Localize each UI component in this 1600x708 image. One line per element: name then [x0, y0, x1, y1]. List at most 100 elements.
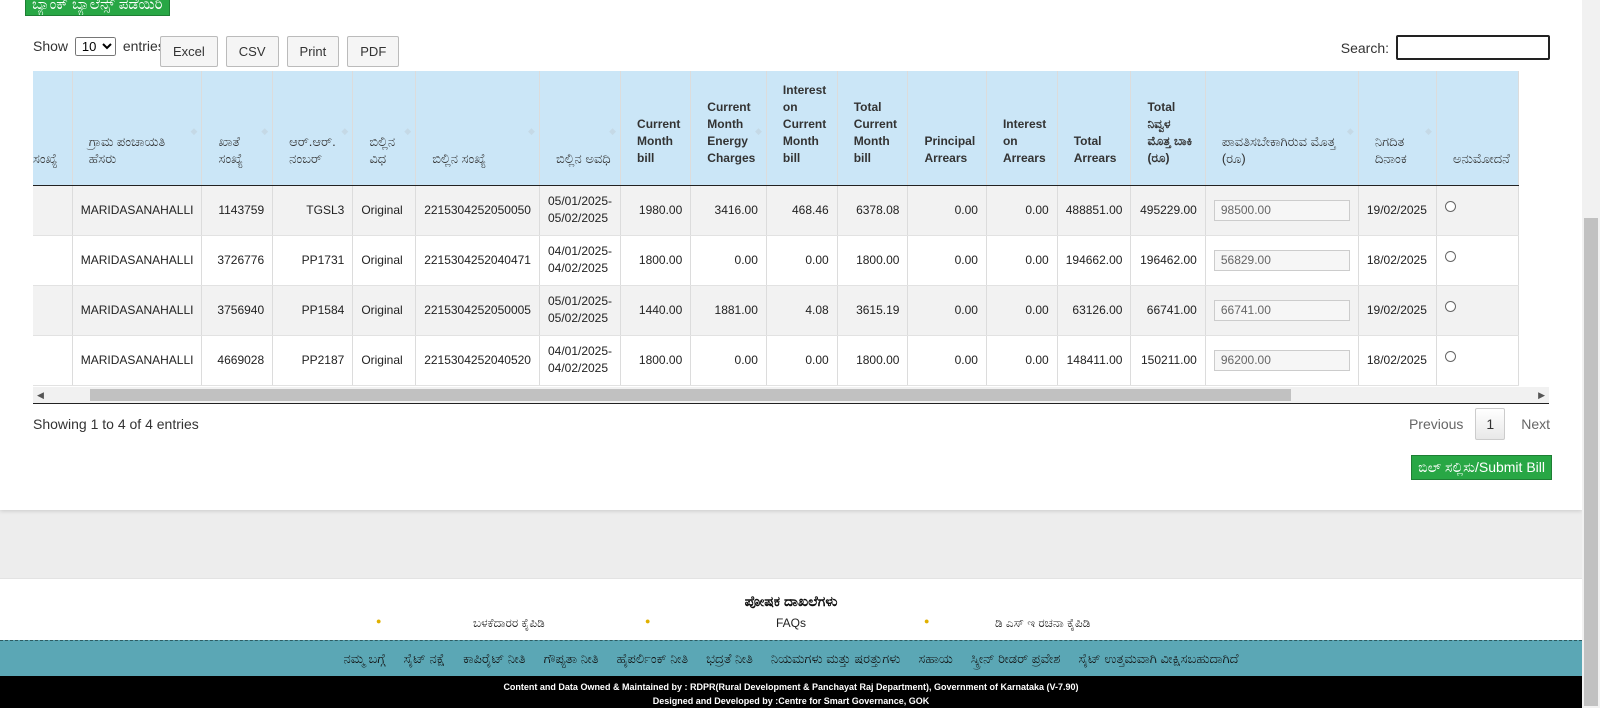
cell-gp-name: MARIDASANAHALLI	[72, 335, 203, 386]
col-header-interest-cur[interactable]: Interest on Current Month bill	[766, 71, 838, 186]
cell-approval	[1436, 185, 1520, 236]
cell-bill-type: Original	[352, 285, 417, 336]
cell-energy: 0.00	[690, 335, 767, 386]
footer-nav-help[interactable]: ಸಹಾಯ	[918, 651, 952, 667]
footer-nav-hyperlink[interactable]: ಹೈಪರ್ಲಿಂಕ್ ನೀತಿ	[617, 651, 689, 667]
excel-button[interactable]: Excel	[160, 36, 218, 67]
col-header-label: Total Current Month bill	[853, 99, 898, 165]
cell-payable: 66741.00	[1205, 285, 1359, 336]
previous-page-button[interactable]: Previous	[1397, 416, 1475, 432]
sort-icon: ◆	[404, 126, 412, 136]
payable-input[interactable]: 96200.00	[1213, 349, 1350, 371]
cell-total-arrears: 488851.00	[1057, 185, 1132, 236]
col-header-energy[interactable]: Current Month Energy Charges ◆	[690, 71, 767, 186]
footer-nav-terms[interactable]: ನಿಯಮಗಳು ಮತ್ತು ಷರತ್ತುಗಳು	[771, 651, 901, 667]
search-box: Search:	[1341, 35, 1550, 60]
sort-icon: ◆	[1425, 126, 1432, 136]
cell-interest-arrears: 0.00	[986, 235, 1058, 286]
col-header-payable[interactable]: ಪಾವತಿಸಬೇಕಾಗಿರುವ ಮೊತ್ತ (ರೂ) ◆	[1205, 71, 1359, 186]
user-manual-link[interactable]: ಬಳಕೆದಾರರ ಕೈಪಿಡಿ	[473, 616, 545, 631]
footer-nav-privacy[interactable]: ಗೌಪ್ಯತಾ ನೀತಿ	[544, 651, 599, 667]
cell-interest-cur: 4.08	[766, 285, 838, 336]
cell-period: 04/01/2025- 04/02/2025	[539, 235, 622, 286]
scroll-left-icon[interactable]: ◀	[37, 390, 44, 401]
bullet-icon: ●	[376, 616, 382, 626]
approve-radio[interactable]	[1444, 251, 1456, 263]
search-input[interactable]	[1396, 35, 1550, 60]
footer-nav-sitemap[interactable]: ಸೈಟ್ ನಕ್ಷೆ	[404, 651, 446, 667]
footer-nav-screen-reader[interactable]: ಸ್ಕ್ರೀನ್ ರೀಡರ್ ಪ್ರವೇಶ	[971, 651, 1061, 667]
table-viewport: ಸಂಖ್ಯೆ ಗ್ರಾಮ ಪಂಚಾಯತಿ ಹೆಸರು ◆ ಖಾತೆ ಸಂಖ್ಯೆ ◆…	[33, 71, 1549, 387]
cell-interest-arrears: 0.00	[986, 335, 1058, 386]
col-header-period[interactable]: ಬಿಲ್ಲಿನ ಅವಧಿ ◆	[539, 71, 622, 186]
submit-bill-button[interactable]: ಬಿಲ್ ಸಲ್ಲಿಸು/Submit Bill	[1411, 455, 1552, 480]
csv-button[interactable]: CSV	[225, 36, 279, 67]
cell-energy: 1881.00	[690, 285, 767, 336]
col-header-total-arrears[interactable]: Total Arrears	[1057, 71, 1132, 186]
vertical-scrollbar[interactable]	[1582, 0, 1600, 708]
dse-manual-link[interactable]: ಡಿ ಎಸ್ ಇ ರಚನಾ ಕೈಪಿಡಿ	[995, 616, 1090, 631]
page-1-button[interactable]: 1	[1475, 408, 1506, 440]
cell-energy: 3416.00	[690, 185, 767, 236]
col-header-bill-no[interactable]: ಬಿಲ್ಲಿನ ಸಂಖ್ಯೆ ◆	[415, 71, 540, 186]
payable-input[interactable]: 56829.00	[1213, 249, 1350, 271]
approve-radio[interactable]	[1444, 201, 1456, 213]
table-row: MARIDASANAHALLI 1143759 TGSL3 Original 2…	[33, 185, 1520, 236]
cell-principal-arrears: 0.00	[907, 235, 987, 286]
cell-interest-arrears: 0.00	[986, 185, 1058, 236]
col-header-label: ಗ್ರಾಮ ಪಂಚಾಯತಿ ಹೆಸರು	[88, 133, 166, 166]
col-header-label: ಪಾವತಿಸಬೇಕಾಗಿರುವ ಮೊತ್ತ (ರೂ)	[1221, 133, 1336, 166]
cell-total-cur: 3615.19	[837, 285, 909, 336]
col-header-label: ಬಿಲ್ಲಿನ ಅವಧಿ	[555, 150, 611, 166]
table-row: MARIDASANAHALLI 3726776 PP1731 Original …	[33, 235, 1520, 286]
vertical-scrollbar-thumb[interactable]	[1584, 218, 1598, 706]
entries-select[interactable]: 10	[74, 37, 116, 56]
period-from: 04/01/2025-	[547, 244, 613, 258]
col-header-total-cur[interactable]: Total Current Month bill	[837, 71, 909, 186]
cell-rr: TGSL3	[272, 185, 354, 236]
col-header-approval[interactable]: ಅನುಮೋದನೆ	[1436, 71, 1520, 186]
payable-input[interactable]: 66741.00	[1213, 299, 1350, 321]
print-button[interactable]: Print	[286, 36, 340, 67]
export-buttons: Excel CSV Print PDF	[160, 36, 400, 67]
scroll-right-icon[interactable]: ▶	[1538, 390, 1545, 401]
pdf-button[interactable]: PDF	[347, 36, 400, 67]
col-header-interest-arrears[interactable]: Interest on Arrears	[986, 71, 1058, 186]
cell-total-cur: 6378.08	[837, 185, 909, 236]
payable-input[interactable]: 98500.00	[1213, 199, 1350, 221]
cell-bill-no: 2215304252040520	[415, 335, 540, 386]
sort-icon: ◆	[754, 126, 762, 136]
search-label: Search:	[1340, 39, 1389, 56]
table-header-row: ಸಂಖ್ಯೆ ಗ್ರಾಮ ಪಂಚಾಯತಿ ಹೆಸರು ◆ ಖಾತೆ ಸಂಖ್ಯೆ ◆…	[33, 71, 1520, 186]
horizontal-scrollbar[interactable]: ◀ ▶	[33, 387, 1549, 403]
approve-radio[interactable]	[1444, 301, 1456, 313]
col-header-gp-name[interactable]: ಗ್ರಾಮ ಪಂಚಾಯತಿ ಹೆಸರು ◆	[72, 71, 203, 186]
col-header-rr[interactable]: ಆರ್.ಆರ್. ನಂಬರ್ ◆	[272, 71, 354, 186]
cell-rr: PP1584	[272, 285, 354, 336]
next-page-button[interactable]: Next	[1505, 416, 1550, 432]
credits-owner: Content and Data Owned & Maintained by :…	[503, 682, 1079, 692]
col-header-bill-type[interactable]: ಬಿಲ್ಲಿನ ವಿಧ ◆	[352, 71, 417, 186]
col-header-cur-bill[interactable]: Current Month bill	[620, 71, 692, 186]
col-header-number[interactable]: ಸಂಖ್ಯೆ	[33, 71, 73, 186]
footer-nav-security[interactable]: ಭದ್ರತೆ ನೀತಿ	[706, 651, 753, 667]
approve-radio[interactable]	[1444, 351, 1456, 363]
bank-balance-button[interactable]: ಬ್ಯಾಂಕ್ ಬ್ಯಾಲೆನ್ಸ್ ಪಡೆಯಿರಿ	[25, 0, 170, 16]
faqs-link[interactable]: FAQs	[776, 616, 806, 630]
footer-nav-about[interactable]: ನಮ್ಮ ಬಗ್ಗೆ	[343, 651, 385, 667]
sort-icon: ◆	[341, 126, 349, 136]
col-header-principal-arrears[interactable]: Principal Arrears	[907, 71, 987, 186]
col-header-net-due[interactable]: Total ನಿವ್ವಳ ಮೊತ್ತ ಬಾಕಿ (ರೂ)	[1130, 71, 1206, 186]
footer-nav-copyright[interactable]: ಕಾಪಿರೈಟ್ ನೀತಿ	[463, 651, 526, 667]
cell-principal-arrears: 0.00	[907, 285, 987, 336]
scrollbar-thumb[interactable]	[90, 389, 1291, 401]
col-header-label: Principal Arrears	[924, 133, 976, 165]
col-header-label: Current Month bill	[637, 116, 681, 165]
col-header-account[interactable]: ಖಾತೆ ಸಂಖ್ಯೆ ◆	[201, 71, 274, 186]
cell-cur-bill: 1980.00	[620, 185, 692, 236]
page: ಬ್ಯಾಂಕ್ ಬ್ಯಾಲೆನ್ಸ್ ಪಡೆಯಿರಿ Show 10 entri…	[0, 0, 1582, 708]
col-header-label: ಸಂಖ್ಯೆ	[33, 150, 58, 166]
col-header-label: ಬಿಲ್ಲಿನ ಸಂಖ್ಯೆ	[432, 150, 487, 166]
col-header-due-date[interactable]: ನಿಗದಿತ ದಿನಾಂಕ ◆	[1358, 71, 1437, 186]
cell-gp-name: MARIDASANAHALLI	[72, 235, 203, 286]
